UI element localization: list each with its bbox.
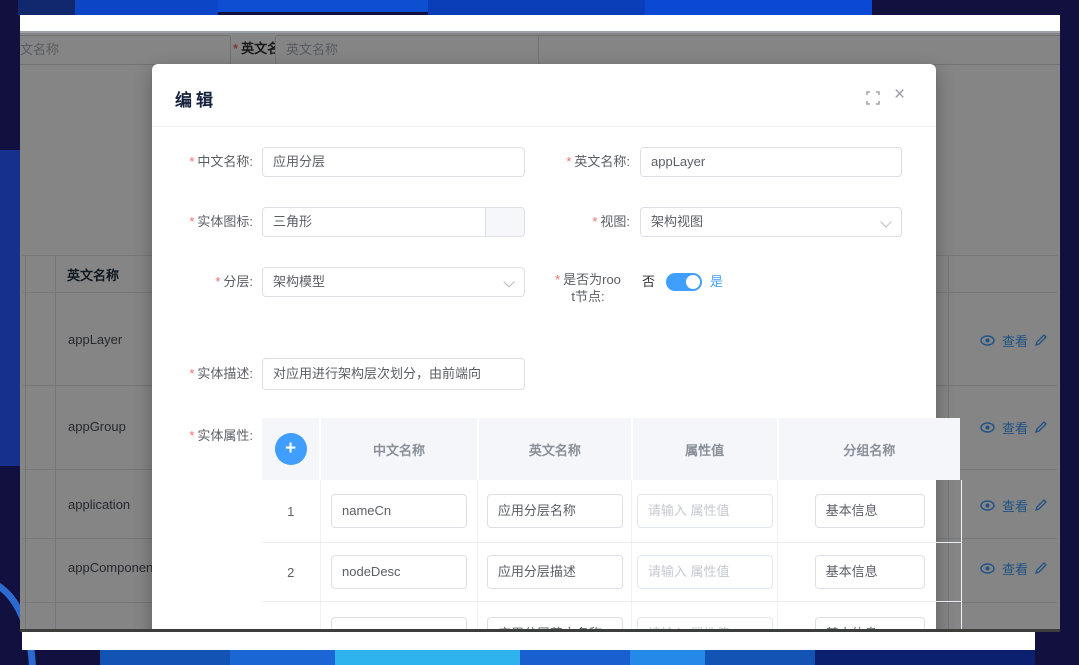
frame-accent — [520, 650, 630, 665]
app-bottombar — [22, 632, 1035, 650]
attr-cn-input[interactable]: nameEn — [331, 617, 467, 632]
decorative-frame: 中文名称 *英文名 英文名称 英文名称 appLayer appGroup ap… — [0, 0, 1079, 665]
frame-accent — [645, 0, 872, 16]
frame-accent — [75, 0, 218, 16]
attr-group-input[interactable]: 基本信息 — [815, 617, 925, 632]
frame-accent — [230, 650, 335, 665]
switch-off-label: 否 — [642, 267, 655, 297]
attr-group-input[interactable]: 基本信息 — [815, 494, 925, 528]
cn-name-field[interactable]: 应用分层 — [262, 147, 525, 177]
switch-on-label: 是 — [710, 267, 723, 297]
view-label: *视图: — [535, 207, 630, 237]
frame-accent — [630, 650, 705, 665]
attribute-row: 3 nameEn 应用分层英文名称 请输入 属性值 基本信息 — [262, 602, 962, 632]
cn-name-label: *中文名称: — [158, 147, 253, 177]
attr-cn-input[interactable]: nodeDesc — [331, 555, 467, 589]
entity-icon-field[interactable]: 三角形 — [262, 207, 525, 237]
layer-select[interactable]: 架构模型 — [262, 267, 525, 297]
attr-value-input[interactable]: 请输入 属性值 — [637, 494, 773, 528]
column-header-group: 分组名称 — [779, 418, 960, 480]
app-screenshot: 中文名称 *英文名 英文名称 英文名称 appLayer appGroup ap… — [20, 15, 1060, 650]
toggle-knob — [686, 275, 700, 289]
attribute-row: 1 nameCn 应用分层名称 请输入 属性值 基本信息 — [262, 480, 962, 543]
frame-accent — [335, 650, 520, 665]
view-select[interactable]: 架构视图 — [640, 207, 902, 237]
column-header-value: 属性值 — [633, 418, 777, 480]
frame-accent — [428, 0, 645, 16]
attr-en-input[interactable]: 应用分层英文名称 — [487, 617, 623, 632]
attributes-table-header: + 中文名称 英文名称 属性值 分组名称 — [262, 418, 962, 480]
frame-accent — [18, 0, 75, 16]
frame-accent — [100, 650, 230, 665]
add-attribute-button[interactable]: + — [275, 433, 307, 465]
is-root-label: *是否为roo t节点: — [544, 271, 632, 305]
row-number: 2 — [287, 565, 294, 580]
app-topbar — [20, 15, 1060, 31]
frame-accent — [218, 0, 428, 12]
attr-value-input[interactable]: 请输入 属性值 — [637, 617, 773, 632]
edit-modal: 编辑 × *中文名称: 应用分层 *英文名称: appLayer *实体图标: … — [152, 64, 936, 632]
frame-accent — [815, 650, 1035, 665]
column-header-en: 英文名称 — [479, 418, 631, 480]
is-root-toggle[interactable] — [666, 273, 702, 291]
attr-group-input[interactable]: 基本信息 — [815, 555, 925, 589]
close-icon[interactable]: × — [894, 84, 905, 106]
chevron-down-icon — [503, 276, 514, 287]
attributes-table: + 中文名称 英文名称 属性值 分组名称 1 nameCn 应用分层名称 请输入… — [262, 418, 962, 632]
chevron-down-icon — [880, 216, 891, 227]
fullscreen-icon[interactable] — [866, 91, 880, 105]
attr-en-input[interactable]: 应用分层描述 — [487, 555, 623, 589]
frame-accent — [0, 150, 20, 466]
divider — [152, 126, 936, 127]
modal-title: 编辑 — [175, 86, 217, 111]
layer-label: *分层: — [158, 267, 253, 297]
column-header-cn: 中文名称 — [321, 418, 477, 480]
row-number: 1 — [287, 504, 294, 519]
entity-desc-field[interactable]: 对应用进行架构层次划分，由前端向 — [262, 358, 525, 390]
page-background: 中文名称 *英文名 英文名称 英文名称 appLayer appGroup ap… — [20, 31, 1060, 632]
attr-value-input[interactable]: 请输入 属性值 — [637, 555, 773, 589]
icon-picker-button[interactable] — [485, 208, 524, 236]
attr-en-input[interactable]: 应用分层名称 — [487, 494, 623, 528]
entity-icon-label: *实体图标: — [158, 207, 253, 237]
entity-attrs-label: *实体属性: — [158, 421, 253, 451]
en-name-field[interactable]: appLayer — [640, 147, 902, 177]
frame-accent — [705, 650, 815, 665]
attr-cn-input[interactable]: nameCn — [331, 494, 467, 528]
en-name-label: *英文名称: — [535, 147, 630, 177]
attribute-row: 2 nodeDesc 应用分层描述 请输入 属性值 基本信息 — [262, 543, 962, 602]
entity-desc-label: *实体描述: — [158, 359, 253, 389]
